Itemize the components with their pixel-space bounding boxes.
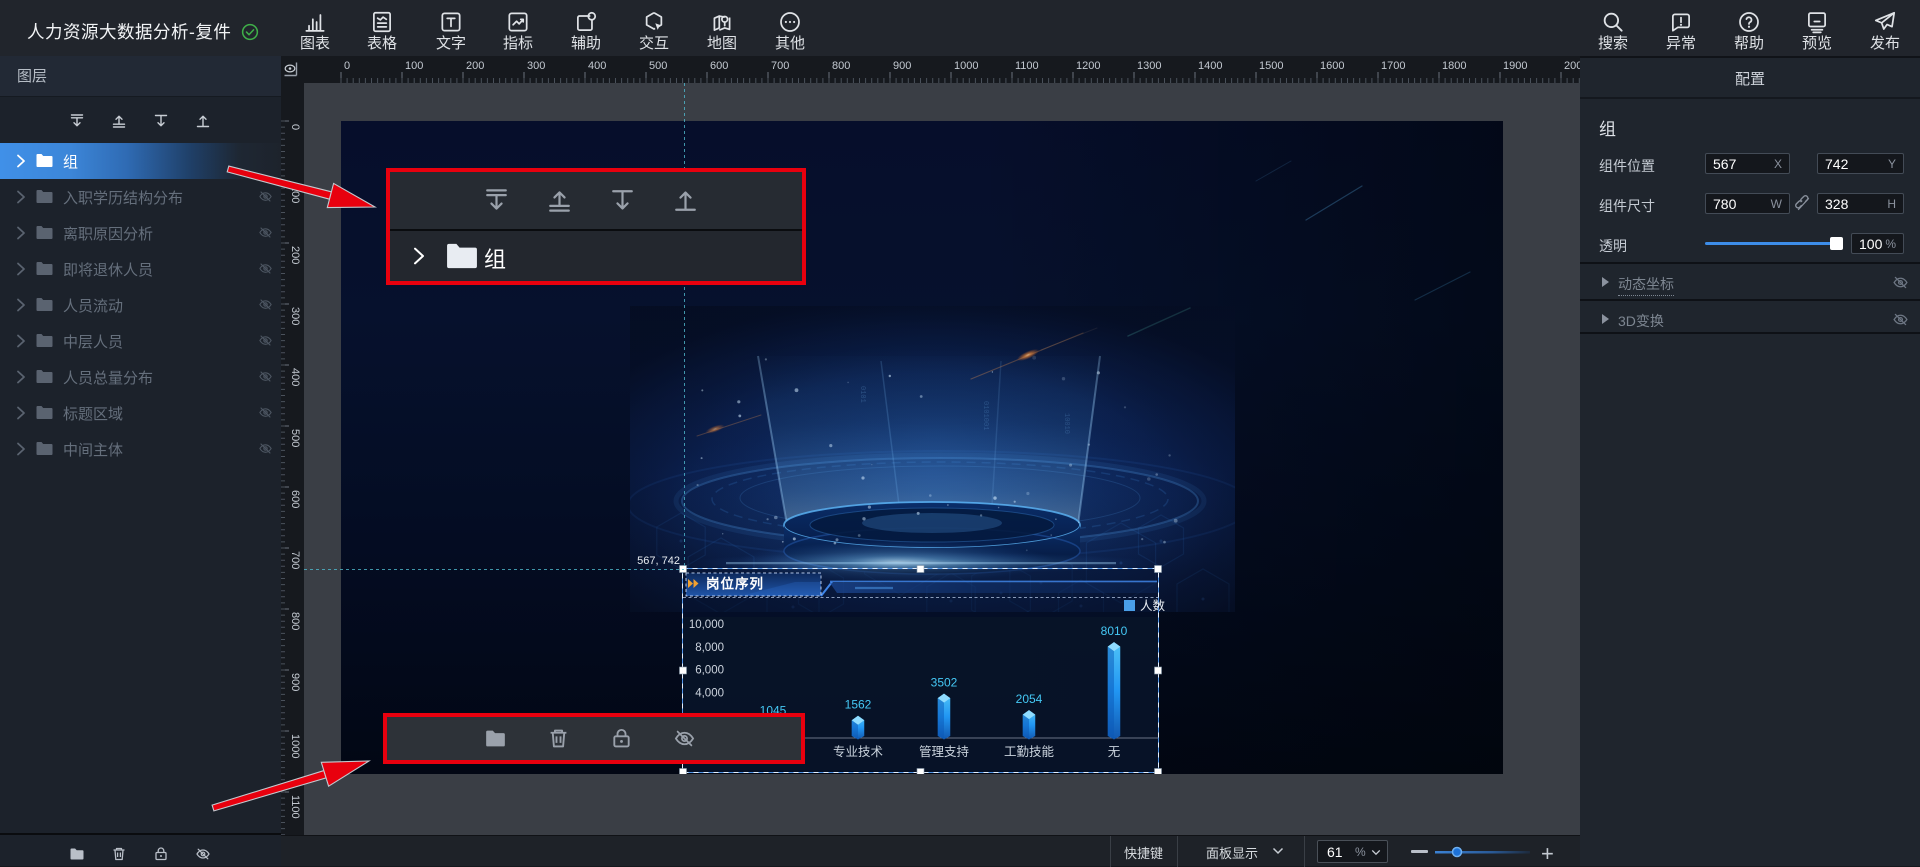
svg-text:0: 0 [344, 60, 350, 72]
svg-text:200: 200 [466, 60, 484, 72]
svg-text:800: 800 [832, 60, 850, 72]
svg-text:1600: 1600 [1320, 60, 1344, 72]
svg-text:3502: 3502 [931, 676, 958, 690]
svg-text:400: 400 [289, 368, 301, 386]
svg-text:1500: 1500 [1259, 60, 1283, 72]
svg-text:100: 100 [405, 60, 423, 72]
svg-text:700: 700 [289, 551, 301, 569]
svg-text:1700: 1700 [1381, 60, 1405, 72]
svg-text:8,000: 8,000 [695, 642, 724, 654]
svg-text:1562: 1562 [845, 698, 872, 712]
svg-text:400: 400 [588, 60, 606, 72]
svg-text:1200: 1200 [1076, 60, 1100, 72]
svg-text:500: 500 [289, 429, 301, 447]
svg-text:0: 0 [289, 124, 301, 130]
svg-text:10,000: 10,000 [689, 619, 724, 631]
svg-text:1900: 1900 [1503, 60, 1527, 72]
svg-text:行政管理: 行政管理 [748, 744, 799, 759]
svg-text:专业技术: 专业技术 [833, 744, 884, 759]
svg-text:管理支持: 管理支持 [919, 744, 969, 759]
svg-text:1045: 1045 [760, 704, 787, 718]
svg-text:1000: 1000 [289, 734, 301, 758]
svg-text:1000: 1000 [954, 60, 978, 72]
svg-text:100: 100 [289, 185, 301, 203]
svg-text:500: 500 [649, 60, 667, 72]
svg-text:1100: 1100 [289, 795, 301, 819]
svg-text:1300: 1300 [1137, 60, 1161, 72]
svg-text:2000: 2000 [1564, 60, 1580, 72]
svg-text:无: 无 [1108, 745, 1121, 759]
svg-text:600: 600 [710, 60, 728, 72]
svg-text:人数: 人数 [1140, 598, 1166, 613]
svg-text:900: 900 [289, 673, 301, 691]
svg-text:200: 200 [289, 246, 301, 264]
svg-text:300: 300 [527, 60, 545, 72]
svg-text:700: 700 [771, 60, 789, 72]
svg-text:300: 300 [289, 307, 301, 325]
svg-text:2054: 2054 [1016, 692, 1043, 706]
svg-text:工勤技能: 工勤技能 [1004, 745, 1055, 759]
svg-text:1400: 1400 [1198, 60, 1222, 72]
svg-text:6,000: 6,000 [695, 665, 724, 677]
svg-text:1800: 1800 [1442, 60, 1466, 72]
svg-text:岗位序列: 岗位序列 [706, 576, 764, 592]
svg-text:800: 800 [289, 612, 301, 630]
svg-text:900: 900 [893, 60, 911, 72]
svg-text:600: 600 [289, 490, 301, 508]
svg-text:8010: 8010 [1101, 624, 1128, 638]
svg-text:4,000: 4,000 [695, 687, 724, 699]
svg-text:1100: 1100 [1015, 60, 1039, 72]
